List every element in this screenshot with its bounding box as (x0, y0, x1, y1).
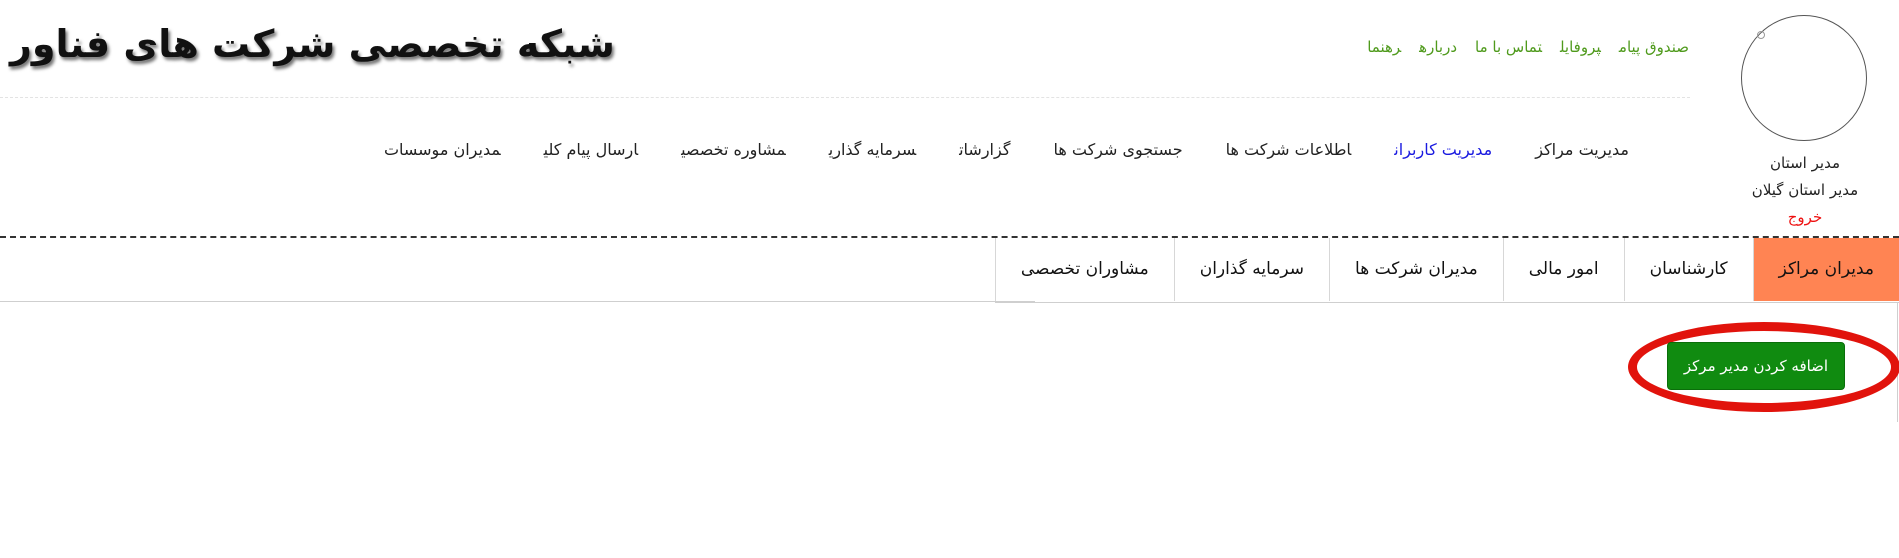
top-link-profile[interactable]: پروفایل (1560, 38, 1601, 56)
page: مدیر استان مدیر استان گیلان خروج صندوق پ… (0, 0, 1899, 558)
tab-investors[interactable]: سرمایه گذاران (1173, 238, 1330, 301)
main-nav: مدیریت مراکز مدیریت کاربران اطلاعات شرکت ه… (341, 140, 1629, 159)
nav-centers-management[interactable]: مدیریت مراکز (1535, 140, 1629, 159)
top-link-contact[interactable]: تماس با ما (1475, 38, 1542, 56)
tab-baseline (0, 301, 1035, 302)
top-link-about[interactable]: درباره (1419, 38, 1457, 56)
nav-company-info[interactable]: اطلاعات شرکت ها (1226, 140, 1352, 159)
tab-center-managers[interactable]: مدیران مراکز (1752, 238, 1899, 301)
nav-users-management[interactable]: مدیریت کاربران (1394, 140, 1492, 159)
nav-reports[interactable]: گزارشات (959, 140, 1010, 159)
nav-institution-managers[interactable]: مدیران موسسات (384, 140, 501, 159)
user-avatar (1741, 15, 1867, 141)
avatar-marker (1757, 31, 1765, 39)
nav-consulting[interactable]: مشاوره تخصصی (681, 140, 786, 159)
tab-consultants[interactable]: مشاوران تخصصی (994, 238, 1174, 301)
user-role: مدیر استان (1770, 154, 1840, 172)
user-type-tabs: مدیران مراکز کارشناسان امور مالی مدیران … (994, 238, 1899, 303)
nav-broadcast-message[interactable]: ارسال پیام کلی (544, 140, 638, 159)
tab-finance[interactable]: امور مالی (1502, 238, 1624, 301)
nav-investment[interactable]: سرمایه گذاری (829, 140, 916, 159)
tab-company-managers[interactable]: مدیران شرکت ها (1329, 238, 1503, 301)
nav-company-search[interactable]: جستجوی شرکت ها (1053, 140, 1182, 159)
top-link-guide[interactable]: رهنما (1367, 38, 1401, 56)
site-logo: شبکه تخصصی شرکت های فناور (10, 22, 615, 66)
logout-link[interactable]: خروج (1720, 204, 1890, 231)
tab-experts[interactable]: کارشناسان (1623, 238, 1753, 301)
user-info: مدیر استان مدیر استان گیلان خروج (1720, 150, 1890, 231)
add-center-manager-button[interactable]: اضافه کردن مدیر مرکز (1667, 342, 1845, 390)
top-link-inbox[interactable]: صندوق پیام (1619, 38, 1689, 56)
header-divider (0, 97, 1690, 98)
user-title: مدیر استان گیلان (1751, 181, 1859, 199)
top-links: صندوق پیام پروفایل تماس با ما درباره رهنما (1349, 38, 1689, 56)
